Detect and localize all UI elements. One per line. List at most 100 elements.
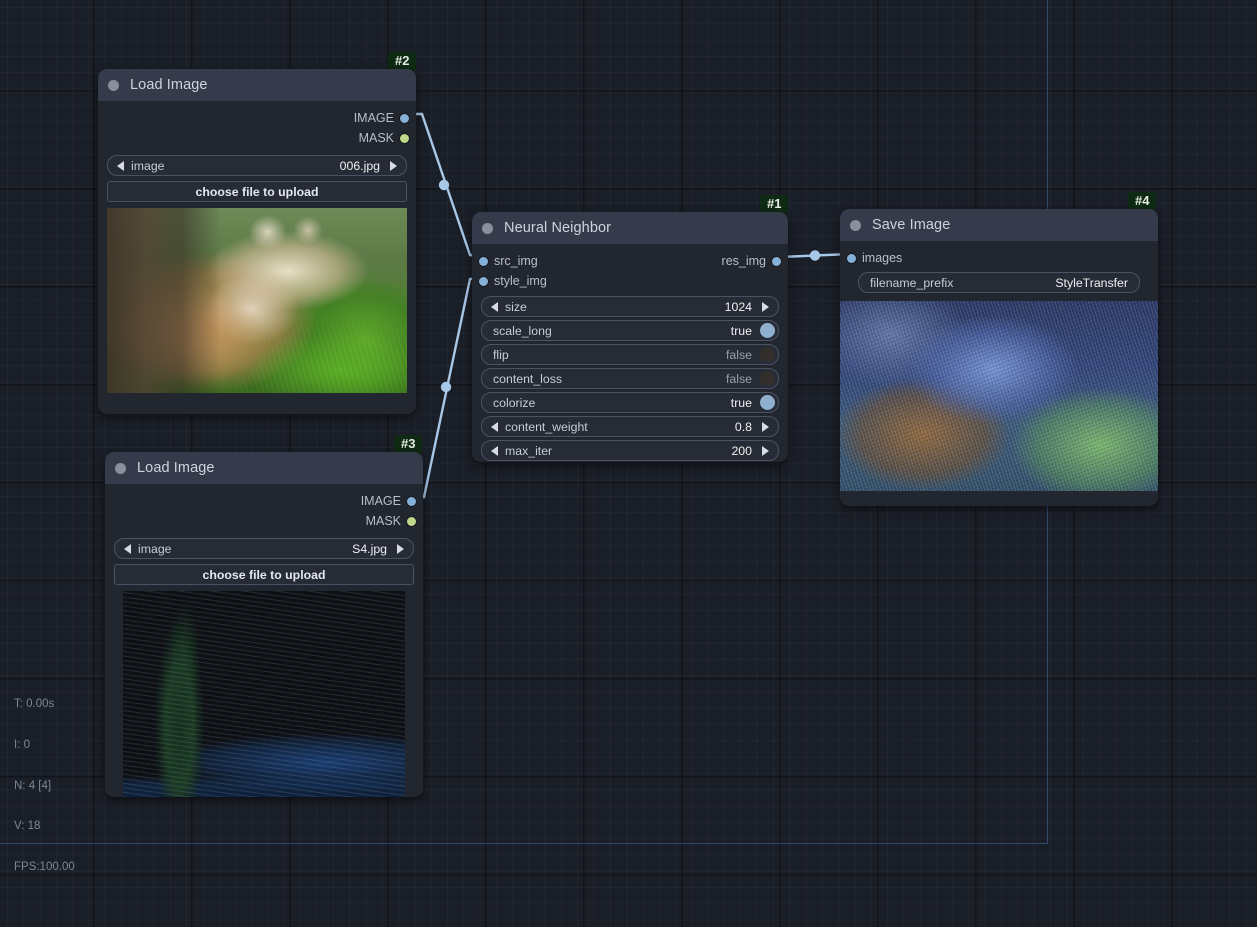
widget-scale-long[interactable]: scale_long true: [481, 320, 779, 341]
status-vertex-count: V: 18: [14, 820, 41, 833]
widget-max-iter[interactable]: max_iter 200: [481, 440, 779, 461]
widget-value: S4.jpg: [352, 541, 387, 556]
node-header[interactable]: Neural Neighbor: [472, 212, 788, 244]
input-dot-src-img[interactable]: [479, 256, 488, 266]
status-time: T: 0.00s: [14, 698, 55, 711]
widget-label: content_loss: [493, 371, 563, 386]
widget-label: colorize: [493, 395, 536, 410]
decrement-arrow-icon[interactable]: [491, 301, 498, 312]
node-header[interactable]: Save Image: [840, 209, 1158, 241]
output-dot-image[interactable]: [400, 113, 409, 123]
input-slot-images[interactable]: images: [840, 248, 1158, 268]
output-dot-mask[interactable]: [407, 516, 416, 526]
status-iterations: I: 0: [14, 738, 30, 751]
increment-arrow-icon[interactable]: [762, 301, 769, 312]
input-dot-images[interactable]: [847, 253, 856, 263]
node-header[interactable]: Load Image: [105, 452, 423, 484]
widget-value: 0.8: [734, 419, 752, 434]
link-midpoint-dot: [438, 179, 450, 191]
widget-content-loss[interactable]: content_loss false: [481, 368, 779, 389]
collapse-dot-icon[interactable]: [482, 222, 493, 234]
widget-colorize[interactable]: colorize true: [481, 392, 779, 413]
choose-file-to-upload-button[interactable]: choose file to upload: [114, 564, 414, 585]
link-midpoint-dot: [440, 381, 452, 393]
combo-prev-arrow-icon[interactable]: [117, 160, 124, 171]
graph-canvas[interactable]: #2 Load Image IMAGE MASK image 006.jpg c…: [0, 0, 1257, 927]
output-slot-label: MASK: [358, 131, 394, 145]
widget-value: 1024: [724, 299, 752, 314]
status-fps: FPS:100.00: [14, 861, 75, 874]
lynx-photo-image: [107, 208, 407, 393]
node-title: Load Image: [130, 77, 208, 93]
widget-flip[interactable]: flip false: [481, 344, 779, 365]
toggle-knob-icon[interactable]: [760, 395, 775, 410]
widget-label: image: [131, 158, 165, 173]
widget-label: flip: [493, 347, 509, 362]
image-preview-result[interactable]: [840, 301, 1158, 491]
image-preview-source[interactable]: [107, 208, 407, 393]
canvas-status-overlay: T: 0.00s I: 0 N: 4 [4] V: 18 FPS:100.00: [14, 671, 75, 902]
toggle-knob-icon[interactable]: [760, 371, 775, 386]
status-node-count: N: 4 [4]: [14, 779, 52, 792]
widget-value: true: [730, 395, 752, 410]
widget-value: StyleTransfer: [1055, 275, 1128, 290]
widget-label: max_iter: [505, 443, 553, 458]
node-body: src_img res_img style_img size 1024 scal…: [472, 251, 788, 461]
node-header[interactable]: Load Image: [98, 69, 416, 101]
widget-value: true: [730, 323, 752, 338]
input-dot-style-img[interactable]: [479, 276, 488, 286]
widget-content-weight[interactable]: content_weight 0.8: [481, 416, 779, 437]
widget-label: size: [505, 299, 527, 314]
widget-value: false: [726, 371, 752, 386]
collapse-dot-icon[interactable]: [850, 219, 861, 231]
toggle-knob-icon[interactable]: [760, 323, 775, 338]
widget-image-combo[interactable]: image 006.jpg: [107, 155, 407, 176]
choose-file-to-upload-button[interactable]: choose file to upload: [107, 181, 407, 202]
collapse-dot-icon[interactable]: [115, 462, 126, 474]
output-dot-mask[interactable]: [400, 133, 409, 143]
slot-row-src-img-and-res-img[interactable]: src_img res_img: [472, 251, 788, 271]
node-load-image-source[interactable]: Load Image IMAGE MASK image 006.jpg choo…: [98, 69, 416, 414]
output-slot-image[interactable]: IMAGE: [105, 491, 423, 511]
node-neural-neighbor[interactable]: Neural Neighbor src_img res_img style_im…: [472, 212, 788, 462]
combo-prev-arrow-icon[interactable]: [124, 543, 131, 554]
input-slot-label: images: [862, 251, 903, 265]
widget-value: 006.jpg: [339, 158, 380, 173]
node-title: Load Image: [137, 460, 215, 476]
widget-label: image: [138, 541, 172, 556]
widget-size[interactable]: size 1024: [481, 296, 779, 317]
widget-image-combo[interactable]: image S4.jpg: [114, 538, 414, 559]
widget-label: scale_long: [493, 323, 552, 338]
collapse-dot-icon[interactable]: [108, 79, 119, 91]
node-title: Save Image: [872, 217, 951, 233]
increment-arrow-icon[interactable]: [762, 421, 769, 432]
slot-row-style-img[interactable]: style_img: [472, 271, 788, 291]
output-slot-label: IMAGE: [360, 494, 401, 508]
widget-value: false: [726, 347, 752, 362]
output-dot-res-img[interactable]: [772, 256, 781, 266]
decrement-arrow-icon[interactable]: [491, 421, 498, 432]
node-body: images filename_prefix StyleTransfer: [840, 248, 1158, 491]
link-midpoint-dot: [809, 250, 821, 261]
output-slot-mask[interactable]: MASK: [105, 511, 423, 531]
output-slot-image[interactable]: IMAGE: [98, 108, 416, 128]
image-preview-style[interactable]: [123, 591, 405, 797]
toggle-knob-icon[interactable]: [760, 347, 775, 362]
node-load-image-style[interactable]: Load Image IMAGE MASK image S4.jpg choos…: [105, 452, 423, 797]
node-save-image[interactable]: Save Image images filename_prefix StyleT…: [840, 209, 1158, 506]
widget-value: 200: [731, 443, 752, 458]
node-title: Neural Neighbor: [504, 220, 612, 236]
output-slot-mask[interactable]: MASK: [98, 128, 416, 148]
combo-next-arrow-icon[interactable]: [397, 543, 404, 554]
input-slot-label: src_img: [494, 254, 538, 268]
node-body: IMAGE MASK image S4.jpg choose file to u…: [105, 491, 423, 797]
output-dot-image[interactable]: [407, 496, 416, 506]
increment-arrow-icon[interactable]: [762, 445, 769, 456]
widget-filename-prefix[interactable]: filename_prefix StyleTransfer: [858, 272, 1140, 293]
decrement-arrow-icon[interactable]: [491, 445, 498, 456]
stylized-result-image: [840, 301, 1158, 491]
output-slot-label: IMAGE: [353, 111, 394, 125]
input-slot-label: style_img: [494, 274, 547, 288]
output-slot-label: res_img: [721, 254, 766, 268]
combo-next-arrow-icon[interactable]: [390, 160, 397, 171]
